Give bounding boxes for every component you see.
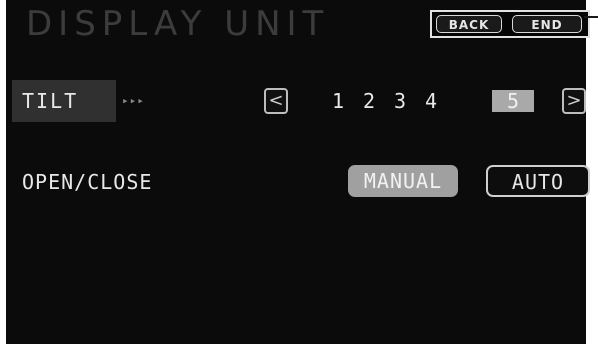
tilt-label: TILT (22, 89, 79, 113)
triple-arrow-icon: ▸▸▸ (122, 94, 145, 107)
end-button[interactable]: END (512, 15, 582, 33)
open-close-row: OPEN/CLOSE MANUAL AUTO (12, 162, 592, 202)
auto-button[interactable]: AUTO (486, 165, 590, 197)
tilt-level-3[interactable]: 3 (385, 80, 415, 122)
top-button-group: BACK END (430, 10, 590, 38)
tilt-level-4[interactable]: 4 (416, 80, 446, 122)
back-button[interactable]: BACK (436, 15, 502, 33)
open-close-label: OPEN/CLOSE (22, 170, 153, 194)
tilt-level-1[interactable]: 1 (323, 80, 353, 122)
tilt-level-2[interactable]: 2 (354, 80, 384, 122)
screen: DISPLAY UNIT BACK END TILT ▸▸▸ < 1 2 3 4… (0, 0, 598, 344)
display-unit-panel: DISPLAY UNIT BACK END TILT ▸▸▸ < 1 2 3 4… (6, 0, 590, 344)
tilt-prev-button[interactable]: < (264, 88, 288, 114)
tilt-label-box: TILT (12, 80, 116, 122)
callout-line (584, 16, 598, 18)
page-title: DISPLAY UNIT (26, 4, 330, 44)
manual-button[interactable]: MANUAL (348, 165, 458, 197)
tilt-next-button[interactable]: > (562, 88, 586, 114)
tilt-row: TILT ▸▸▸ < 1 2 3 4 5 > (12, 80, 592, 122)
tilt-level-5[interactable]: 5 (492, 90, 534, 112)
